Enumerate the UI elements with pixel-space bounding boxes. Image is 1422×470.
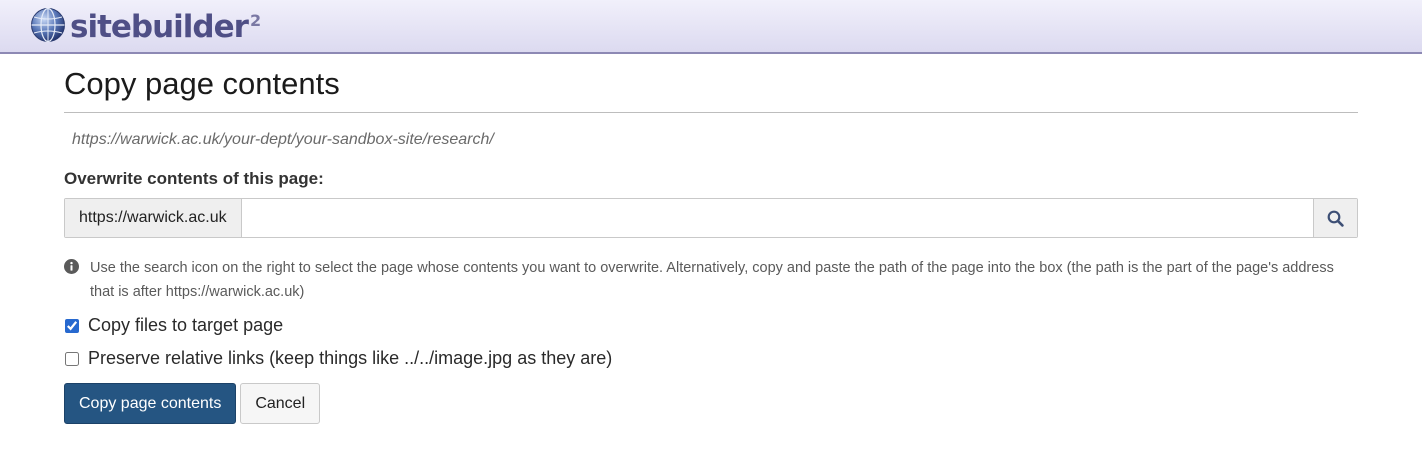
- top-banner: sitebuilder 2: [0, 0, 1422, 54]
- info-circle-icon: [64, 259, 79, 274]
- search-icon: [1327, 210, 1344, 227]
- cancel-button[interactable]: Cancel: [240, 383, 321, 424]
- overwrite-field-label: Overwrite contents of this page:: [64, 169, 324, 188]
- url-prefix-addon: https://warwick.ac.uk: [65, 199, 242, 237]
- copy-files-option[interactable]: Copy files to target page: [64, 315, 1358, 336]
- copy-page-contents-button[interactable]: Copy page contents: [64, 383, 237, 424]
- copy-files-checkbox[interactable]: [65, 318, 79, 333]
- sitebuilder-logo[interactable]: sitebuilder 2: [30, 7, 261, 47]
- search-button[interactable]: [1313, 199, 1357, 237]
- logo-superscript: 2: [249, 11, 262, 30]
- preserve-links-label: Preserve relative links (keep things lik…: [88, 348, 613, 368]
- preserve-links-option[interactable]: Preserve relative links (keep things lik…: [64, 348, 1358, 369]
- form-actions: Copy page contents Cancel: [64, 383, 1358, 424]
- help-text-block: Use the search icon on the right to sele…: [64, 256, 1358, 304]
- page-title: Copy page contents: [64, 54, 1358, 113]
- target-path-input[interactable]: [241, 199, 1313, 237]
- source-page-url: https://warwick.ac.uk/your-dept/your-san…: [72, 131, 494, 148]
- main-content: Copy page contents https://warwick.ac.uk…: [64, 54, 1358, 424]
- copy-files-label: Copy files to target page: [88, 315, 284, 335]
- logo-text: sitebuilder: [70, 9, 249, 45]
- preserve-links-checkbox[interactable]: [65, 351, 79, 366]
- target-page-input-group: https://warwick.ac.uk: [64, 198, 1358, 238]
- globe-icon: [31, 7, 65, 43]
- help-text: Use the search icon on the right to sele…: [90, 260, 1334, 300]
